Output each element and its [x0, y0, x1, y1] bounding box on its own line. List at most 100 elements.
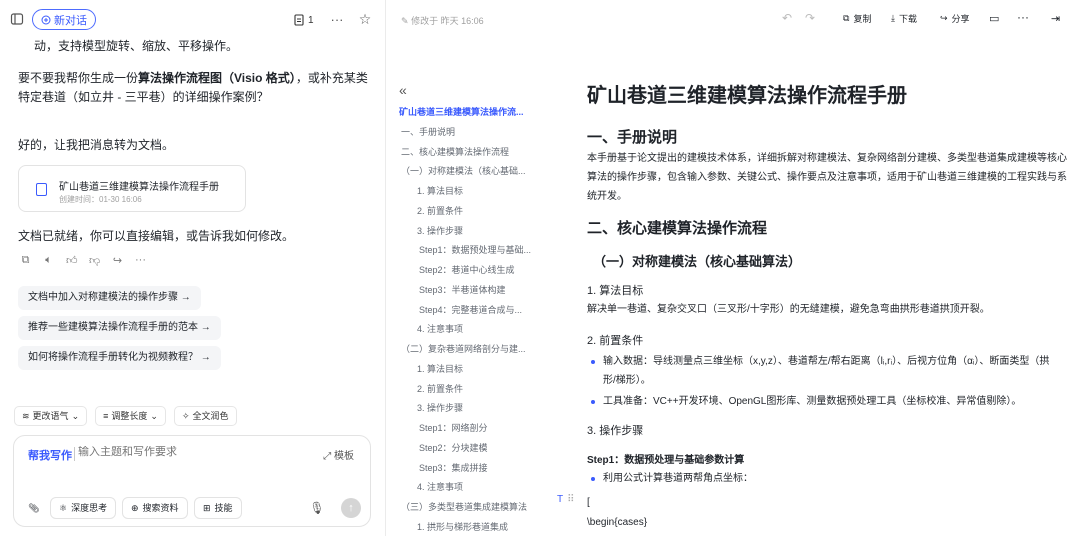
writing-mode-label[interactable]: 帮我写作 [28, 447, 72, 463]
more-icon[interactable]: ··· [135, 254, 146, 267]
section-heading[interactable]: 一、手册说明 [587, 126, 677, 147]
sidebar-toggle-icon[interactable] [10, 12, 24, 26]
star-icon[interactable]: ☆ [358, 11, 372, 27]
outline-item[interactable]: Step3：半巷道体构建 [419, 283, 545, 296]
app-window: 新对话 1 ··· ☆ 动，支持模型旋转、缩放、平移操作。 要不要我帮你生成一份… [0, 0, 1080, 536]
heading[interactable]: 3. 操作步骤 [587, 422, 643, 438]
subsection-heading[interactable]: （一）对称建模法（核心基础算法） [593, 251, 801, 270]
attach-button[interactable]: 📎︎ [22, 497, 46, 519]
suggestion-chip[interactable]: 如何将操作流程手册转化为视频教程？ → [18, 346, 221, 370]
outline-item[interactable]: 1. 算法目标 [417, 362, 545, 375]
message-text: 要不要我帮你生成一份算法操作流程图（Visio 格式），或补充某类特定巷道（如立… [18, 71, 368, 104]
outline-item[interactable]: Step2：巷道中心线生成 [419, 263, 545, 276]
paragraph[interactable]: 本手册基于论文提出的建模技术体系，详细拆解对称建模法、复杂网络剖分建模、多类型巷… [587, 149, 1067, 206]
share-icon[interactable]: ↪ [112, 254, 123, 267]
paperclip-icon: 📎︎ [28, 503, 40, 513]
outline-item[interactable]: 2. 前置条件 [417, 382, 545, 395]
list-item[interactable]: 利用公式计算巷道两帮角点坐标： [587, 469, 1057, 488]
copy-icon[interactable]: ⧉ [20, 254, 31, 267]
formula-line[interactable]: \begin{cases} [587, 517, 647, 528]
text-format-icon[interactable]: T [557, 494, 563, 505]
doc-count: 1 [308, 14, 314, 26]
formula-line[interactable]: [ [587, 497, 590, 508]
doc-icon [294, 14, 304, 26]
list-item[interactable]: 工具准备：VC++开发环境、OpenGL图形库、测量数据预处理工具（坐标校准、异… [587, 392, 1057, 411]
document-icon [36, 183, 47, 196]
outline-item[interactable]: 4. 注意事项 [417, 480, 545, 493]
section-heading[interactable]: 二、核心建模算法操作流程 [587, 217, 767, 238]
search-button[interactable]: ⊕ 搜索资料 [122, 497, 188, 519]
doc-count-button[interactable]: 1 [294, 13, 314, 27]
outline-item[interactable]: Step2：分块建模 [419, 441, 545, 454]
outline-item[interactable]: Step3：集成拼接 [419, 461, 545, 474]
expand-icon: ⤢ [323, 451, 332, 462]
thumbs-up-icon[interactable]: 👍︎ [66, 254, 78, 267]
chat-toolbar: 新对话 1 ··· ☆ [0, 0, 385, 40]
list-item[interactable]: 输入数据：导线测量点三维坐标（x,y,z）、巷道帮左/帮右距离（lᵢ,rᵢ）、后… [587, 352, 1057, 390]
step-heading[interactable]: Step1：数据预处理与基础参数计算 [587, 451, 744, 466]
skill-button[interactable]: ⊞ 技能 [194, 497, 242, 519]
outline-item[interactable]: 4. 注意事项 [417, 322, 545, 335]
outline-item[interactable]: Step4：完整巷道合成与... [419, 303, 545, 316]
outline-item[interactable]: 3. 操作步骤 [417, 401, 545, 414]
edit-icon: ✎ [401, 16, 409, 26]
message-text: 好的，让我把消息转为文档。 [18, 138, 175, 152]
new-chat-button[interactable]: 新对话 [32, 9, 96, 30]
drag-handle-icon[interactable]: ⠿ [567, 494, 574, 505]
outline-item[interactable]: （一）对称建模法（核心基础... [401, 164, 545, 177]
arrow-up-icon: ↑ [348, 502, 354, 514]
message-text: 文档已就绪，你可以直接编辑，或告诉我如何修改。 [18, 229, 295, 243]
microphone-icon[interactable]: 🎙︎ [309, 500, 324, 516]
text-cursor [74, 447, 75, 461]
tone-icon: ≋ [22, 411, 30, 421]
collapse-outline-icon[interactable]: « [399, 82, 407, 98]
suggestion-chip[interactable]: 文档中加入对称建模法的操作步骤 → [18, 286, 201, 310]
new-chat-icon [41, 15, 51, 24]
message-actions: ⧉ 🔈︎ 👍︎ 👎︎ ↪ ··· [20, 254, 146, 267]
document-body: 矿山巷道三维建模算法操作流程手册 一、手册说明 本手册基于论文提出的建模技术体系… [587, 0, 1080, 536]
adjust-length-button[interactable]: ≡ 调整长度 ⌄ [95, 406, 166, 426]
outline-item[interactable]: Step1：网络剖分 [419, 421, 545, 434]
outline-item[interactable]: 1. 算法目标 [417, 184, 545, 197]
template-button[interactable]: ⤢ 模板 [323, 447, 354, 462]
outline-item[interactable]: （三）多类型巷道集成建模算法 [401, 500, 545, 513]
document-card-time: 创建时间：01-30 16:06 [59, 195, 142, 204]
globe-icon: ⊕ [131, 503, 139, 513]
heading[interactable]: 1. 算法目标 [587, 282, 643, 298]
document-card[interactable]: 矿山巷道三维建模算法操作流程手册 创建时间：01-30 16:06 [18, 165, 246, 212]
chevron-down-icon: ⌄ [150, 411, 158, 421]
chat-pane: 新对话 1 ··· ☆ 动，支持模型旋转、缩放、平移操作。 要不要我帮你生成一份… [0, 0, 386, 536]
prompt-input[interactable] [78, 446, 258, 458]
grid-icon: ⊞ [203, 503, 211, 513]
outline-item[interactable]: 矿山巷道三维建模算法操作流... [399, 105, 545, 118]
sparkle-icon: ✧ [181, 411, 190, 421]
length-icon: ≡ [103, 411, 109, 421]
thumbs-down-icon[interactable]: 👎︎ [89, 254, 100, 267]
document-card-title: 矿山巷道三维建模算法操作流程手册 [59, 182, 219, 193]
block-toolbar: T ⠿ [557, 494, 574, 505]
suggestion-chip[interactable]: 推荐一些建模算法操作流程手册的范本 → [18, 316, 221, 340]
deep-think-button[interactable]: ⚛ 深度思考 [50, 497, 117, 519]
polish-button[interactable]: ✧ 全文润色 [173, 406, 237, 426]
send-button[interactable]: ↑ [341, 498, 361, 518]
outline-item[interactable]: 一、手册说明 [401, 125, 545, 138]
outline-item[interactable]: （二）复杂巷道网络剖分与建... [401, 342, 545, 355]
outline-item[interactable]: 二、核心建模算法操作流程 [401, 145, 545, 158]
speaker-icon[interactable]: 🔈︎ [43, 254, 54, 267]
paragraph[interactable]: 解决单一巷道、复杂交叉口（三叉形/十字形）的无缝建模，避免急弯曲拱形巷道拱顶开裂… [587, 300, 1067, 319]
atom-icon: ⚛ [59, 503, 68, 513]
composer: 帮我写作 ⤢ 模板 📎︎ ⚛深度思考 ⊕搜索资料 ⊞技能 🎙︎ ↑ [13, 435, 371, 527]
outline-item[interactable]: Step1：数据预处理与基础... [419, 243, 545, 256]
outline-item[interactable]: 1. 拱形与梯形巷道集成 [417, 520, 545, 533]
document-title[interactable]: 矿山巷道三维建模算法操作流程手册 [587, 79, 907, 108]
outline-item[interactable]: 2. 前置条件 [417, 204, 545, 217]
heading[interactable]: 2. 前置条件 [587, 332, 643, 348]
edit-tools: ≋ 更改语气 ⌄ ≡ 调整长度 ⌄ ✧ 全文润色 [14, 406, 237, 426]
change-tone-button[interactable]: ≋ 更改语气 ⌄ [14, 406, 88, 426]
outline-panel: « 矿山巷道三维建模算法操作流... 一、手册说明 二、核心建模算法操作流程 （一）对… [387, 80, 557, 536]
saved-status: ✎ 修改于 昨天 16:06 [401, 16, 484, 26]
outline-item[interactable]: 3. 操作步骤 [417, 224, 545, 237]
more-icon[interactable]: ··· [330, 11, 344, 27]
new-chat-label: 新对话 [54, 14, 87, 27]
chevron-down-icon: ⌄ [71, 411, 80, 421]
